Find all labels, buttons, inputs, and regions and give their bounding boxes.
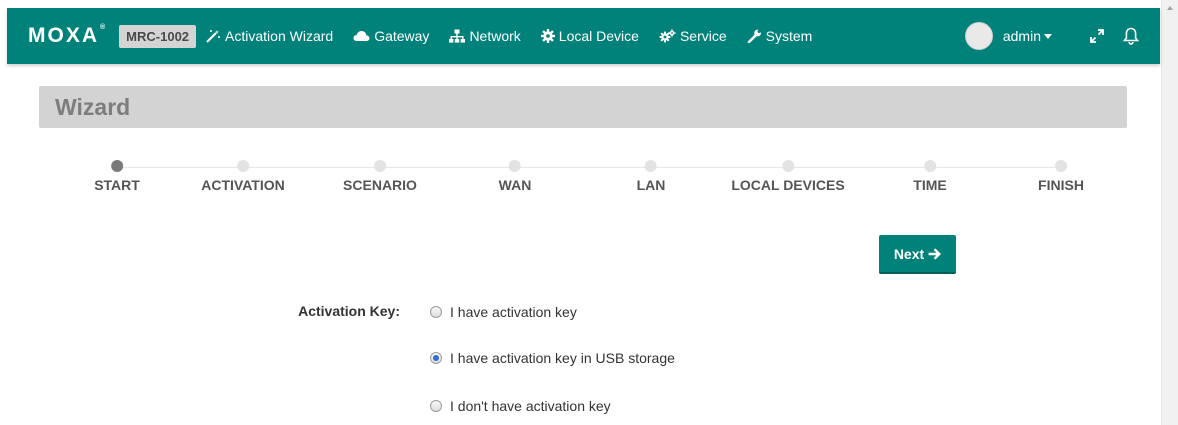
nav-system[interactable]: System [747,28,812,44]
step-dot [645,160,657,172]
activation-key-label: Activation Key: [298,303,400,319]
main-nav: Activation Wizard Gateway Network Local … [206,28,832,44]
cog-icon [540,29,555,43]
step-time: TIME [913,160,947,193]
step-dot [1054,160,1067,172]
user-menu-label[interactable]: admin [1003,28,1041,44]
page-scrollbar[interactable] [1161,0,1178,425]
user-avatar[interactable] [964,22,993,50]
step-activation: ACTIVATION [201,160,285,193]
cloud-icon [353,31,370,41]
step-start: START [94,160,140,193]
step-lan: LAN [637,160,665,193]
step-finish: FINISH [1038,160,1084,193]
model-badge: MRC-1002 [119,24,197,48]
radio-button[interactable] [430,400,442,412]
step-dot [236,160,249,172]
wizard-stepper: START ACTIVATION SCENARIO WAN LAN LOCAL … [39,160,1127,200]
wizard-header: Wizard [39,86,1127,128]
radio-have-key-usb[interactable]: I have activation key in USB storage [430,350,675,366]
radio-button[interactable] [430,352,442,364]
nav-gateway[interactable]: Gateway [353,28,429,44]
step-scenario: SCENARIO [343,160,417,193]
cogs-icon [659,29,676,43]
nav-network[interactable]: Network [449,28,521,44]
step-local-devices: LOCAL DEVICES [731,160,845,193]
top-navbar: MOXA® MRC-1002 Activation Wizard Gateway… [7,8,1160,64]
radio-have-key[interactable]: I have activation key [430,304,577,320]
step-dot [508,160,521,172]
header-tools: admin [964,22,1142,50]
nav-local-device[interactable]: Local Device [540,28,639,44]
network-icon [449,29,466,43]
radio-button[interactable] [430,306,442,318]
page-title: Wizard [55,93,131,120]
chevron-down-icon[interactable] [1044,33,1052,39]
magic-wand-icon [206,30,221,43]
moxa-logo[interactable]: MOXA® [28,24,105,48]
step-dot [923,160,936,172]
wrench-icon [747,29,761,43]
step-dot [782,160,794,172]
nav-service[interactable]: Service [659,28,727,44]
radio-no-key[interactable]: I don't have activation key [430,398,611,414]
step-dot [374,160,386,172]
nav-activation-wizard[interactable]: Activation Wizard [206,28,333,44]
scroll-up-arrow-icon[interactable] [1167,6,1173,10]
fullscreen-icon[interactable] [1086,25,1108,47]
next-button[interactable]: Next [879,235,956,274]
step-dot [111,160,123,172]
arrow-right-icon [928,247,942,260]
step-wan: WAN [499,160,531,193]
bell-icon[interactable] [1120,25,1142,47]
